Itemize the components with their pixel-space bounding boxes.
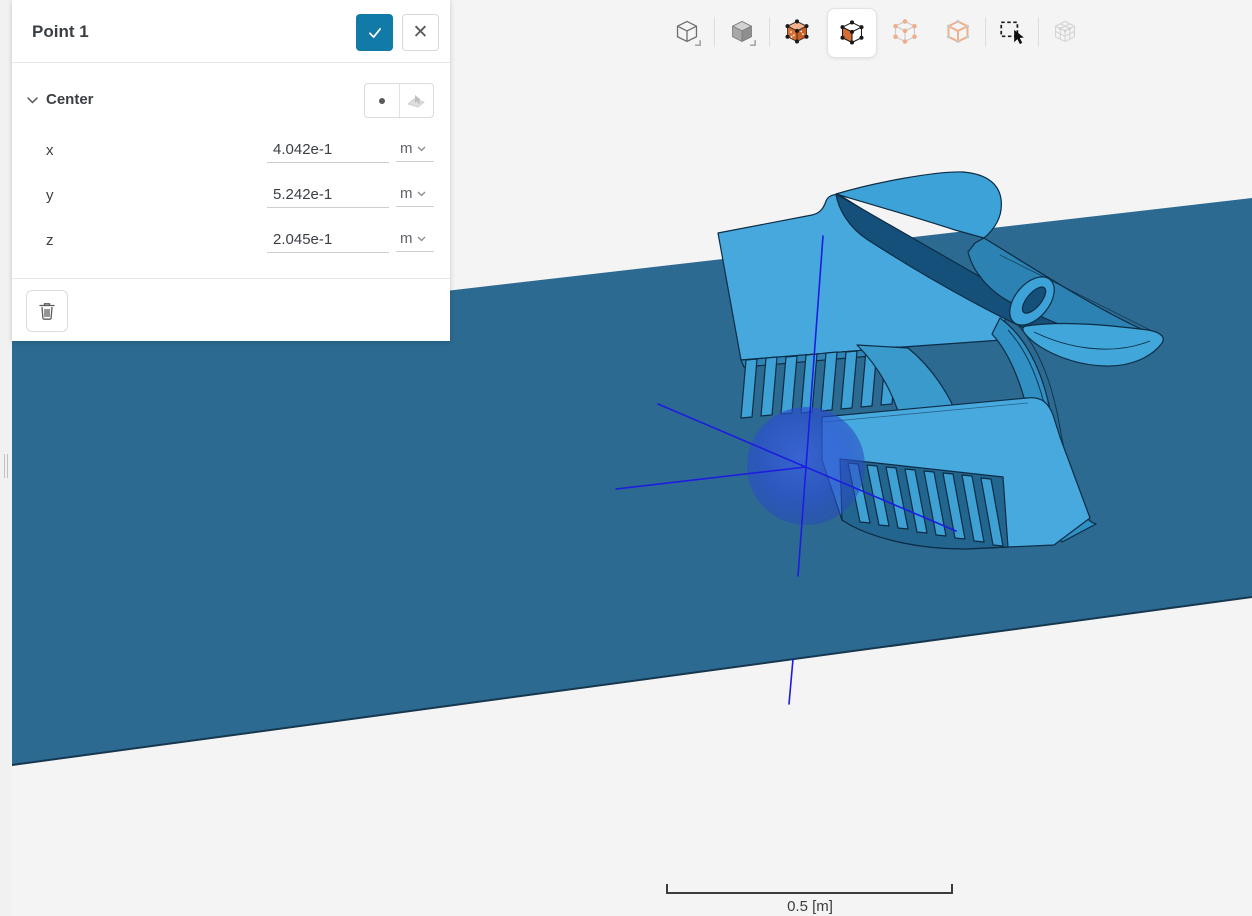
edge-select-cube-icon xyxy=(944,18,972,46)
select-mesh-entities-button[interactable] xyxy=(1041,8,1089,56)
y-unit-value: m xyxy=(400,185,413,202)
y-input[interactable] xyxy=(267,181,389,208)
toolbar-separator xyxy=(714,17,715,47)
chevron-down-icon xyxy=(27,97,38,104)
y-label: y xyxy=(46,174,54,218)
x-unit-select[interactable]: m xyxy=(396,136,434,162)
wireframe-cube-icon xyxy=(673,18,701,46)
checkmark-icon xyxy=(365,23,385,43)
point-properties-panel: Point 1 ✕ Center xyxy=(12,0,450,341)
app-window: 0.5 [m] xyxy=(0,0,1252,916)
point-dot-icon xyxy=(379,98,385,104)
coordinate-row-x: x m xyxy=(12,129,450,173)
scale-bar-label: 0.5 [m] xyxy=(735,898,885,915)
wireframe-render-button[interactable] xyxy=(663,8,711,56)
volume-select-cube-icon xyxy=(783,18,811,46)
select-faces-button[interactable] xyxy=(827,8,877,58)
toolbar-separator xyxy=(985,17,986,47)
select-edges-button[interactable] xyxy=(934,8,982,56)
apply-button[interactable] xyxy=(356,14,393,51)
x-input[interactable] xyxy=(267,136,389,163)
vertex-select-cube-icon xyxy=(891,18,919,46)
z-unit-select[interactable]: m xyxy=(396,226,434,252)
point-placement-toggle xyxy=(364,83,434,118)
x-label: x xyxy=(46,129,54,173)
trash-icon xyxy=(38,301,56,321)
coordinate-row-z: z m xyxy=(12,219,450,263)
left-rail xyxy=(0,0,12,916)
solid-render-button[interactable] xyxy=(718,8,766,56)
mesh-cube-icon xyxy=(1051,18,1079,46)
chevron-down-icon xyxy=(417,191,426,197)
close-icon: ✕ xyxy=(413,23,429,42)
toolbar-separator xyxy=(769,17,770,47)
face-select-cube-icon xyxy=(838,19,866,47)
z-label: z xyxy=(46,219,54,263)
center-section-label: Center xyxy=(46,82,94,118)
chevron-down-icon xyxy=(417,236,426,242)
manual-point-button[interactable] xyxy=(365,84,399,117)
panel-footer xyxy=(12,278,450,341)
y-unit-select[interactable]: m xyxy=(396,181,434,207)
pick-on-geometry-button[interactable] xyxy=(399,84,434,117)
box-select-icon xyxy=(998,18,1026,46)
panel-title: Point 1 xyxy=(32,0,89,63)
pick-surface-icon xyxy=(407,93,425,109)
cancel-button[interactable]: ✕ xyxy=(402,14,439,51)
z-unit-value: m xyxy=(400,230,413,247)
panel-header: Point 1 ✕ xyxy=(12,0,450,63)
chevron-down-icon xyxy=(417,146,426,152)
select-volumes-button[interactable] xyxy=(773,8,821,56)
coordinate-row-y: y m xyxy=(12,174,450,218)
panel-resize-handle[interactable] xyxy=(3,454,9,478)
solid-cube-icon xyxy=(728,18,756,46)
box-select-button[interactable] xyxy=(988,8,1036,56)
x-unit-value: m xyxy=(400,140,413,157)
delete-point-button[interactable] xyxy=(26,290,68,332)
toolbar-separator xyxy=(1038,17,1039,47)
z-input[interactable] xyxy=(267,226,389,253)
select-vertices-button[interactable] xyxy=(881,8,929,56)
